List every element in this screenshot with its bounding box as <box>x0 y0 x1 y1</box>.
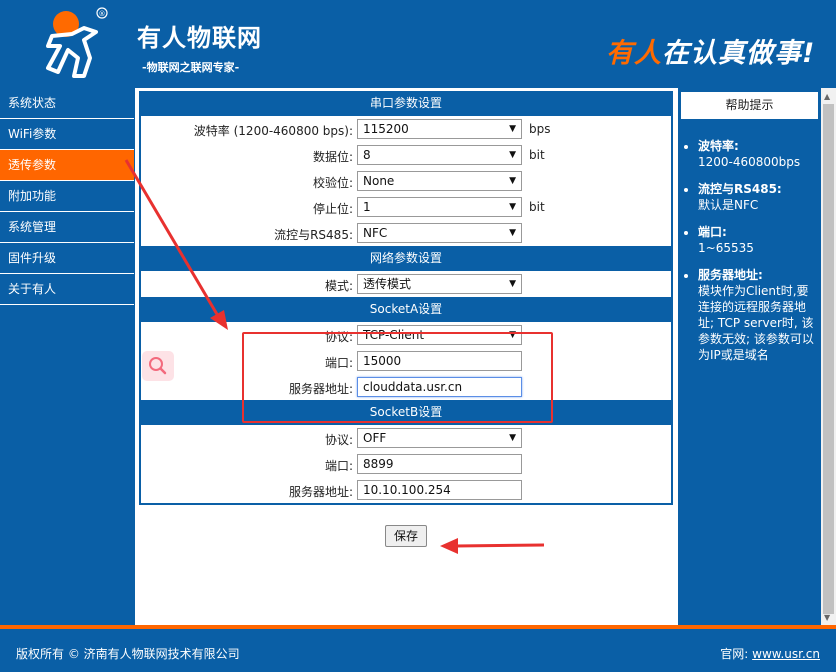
data-bits-select[interactable]: 8 <box>357 145 522 165</box>
search-float-button[interactable] <box>142 351 174 381</box>
socketb-protocol-label: 协议: <box>324 433 353 447</box>
socketb-server-row: 服务器地址: 10.10.100.254 <box>141 477 671 503</box>
sidebar-item-firmware-upgrade[interactable]: 固件升级 <box>0 243 134 274</box>
page-scrollbar[interactable]: ▲ ▼ <box>821 88 836 625</box>
mode-label: 模式: <box>324 279 353 293</box>
help-item-head: 流控与RS485: <box>698 182 782 196</box>
baud-select[interactable]: 115200 <box>357 119 522 139</box>
annotation-highlight-box <box>242 332 553 423</box>
data-bits-unit: bit <box>529 148 545 162</box>
help-item: 波特率: 1200-460800bps <box>698 138 816 170</box>
stop-bits-row: 停止位: 1 bit <box>141 194 671 220</box>
socketb-server-label: 服务器地址: <box>288 485 353 499</box>
socketb-protocol-row: 协议: OFF <box>141 425 671 451</box>
help-item: 流控与RS485: 默认是NFC <box>698 181 816 213</box>
slogan: 有人在认真做事! <box>606 31 815 70</box>
help-title: 帮助提示 <box>680 91 819 120</box>
help-item-head: 服务器地址: <box>698 268 763 282</box>
help-list: 波特率: 1200-460800bps 流控与RS485: 默认是NFC 端口: 1~… <box>698 138 816 374</box>
data-bits-row: 数据位: 8 bit <box>141 142 671 168</box>
baud-row: 波特率 (1200-460800 bps): 115200 bps <box>141 116 671 142</box>
serial-section-title: 串口参数设置 <box>141 91 671 116</box>
help-item: 服务器地址: 模块作为Client时,要连接的远程服务器地址; TCP serve… <box>698 267 816 363</box>
socketb-port-input[interactable]: 8899 <box>357 454 522 474</box>
sidebar-item-system-management[interactable]: 系统管理 <box>0 212 134 243</box>
flow-control-select[interactable]: NFC <box>357 223 522 243</box>
help-item-body: 1~65535 <box>698 241 754 255</box>
socketb-server-input[interactable]: 10.10.100.254 <box>357 480 522 500</box>
parity-row: 校验位: None <box>141 168 671 194</box>
copyright-text: 版权所有 © 济南有人物联网技术有限公司 <box>16 647 240 661</box>
logo-icon: ® <box>46 7 108 78</box>
socketb-port-label: 端口: <box>324 459 353 473</box>
flow-control-row: 流控与RS485: NFC <box>141 220 671 246</box>
scroll-down-icon[interactable]: ▼ <box>824 613 830 622</box>
flow-control-label: 流控与RS485: <box>274 228 353 242</box>
baud-label: 波特率 (1200-460800 bps): <box>193 124 353 138</box>
save-button[interactable]: 保存 <box>385 525 427 547</box>
help-item-head: 波特率: <box>698 139 739 153</box>
header: ® 有人物联网 -物联网之联网专家- 有人在认真做事! <box>0 0 836 88</box>
help-item: 端口: 1~65535 <box>698 224 816 256</box>
site-link[interactable]: www.usr.cn <box>752 647 820 661</box>
svg-text:®: ® <box>99 10 106 18</box>
help-item-body: 默认是NFC <box>698 198 759 212</box>
sidebar-item-about[interactable]: 关于有人 <box>0 274 134 305</box>
sidebar: 系统状态 WiFi参数 透传参数 附加功能 系统管理 固件升级 关于有人 <box>0 88 135 625</box>
official-site: 官网: www.usr.cn <box>720 645 820 662</box>
help-item-head: 端口: <box>698 225 727 239</box>
stop-bits-label: 停止位: <box>312 202 353 216</box>
site-label: 官网: <box>720 647 749 661</box>
data-bits-label: 数据位: <box>312 150 353 164</box>
slogan-part-b: 在认真做事! <box>662 38 816 69</box>
mode-row: 模式: 透传模式 <box>141 271 671 297</box>
help-item-body: 模块作为Client时,要连接的远程服务器地址; TCP server时, 该参… <box>698 284 814 362</box>
help-item-body: 1200-460800bps <box>698 155 801 169</box>
brand-name: 有人物联网 <box>137 24 262 52</box>
parity-select[interactable]: None <box>357 171 522 191</box>
socketa-section-title: SocketA设置 <box>141 297 671 322</box>
stop-bits-select[interactable]: 1 <box>357 197 522 217</box>
slogan-part-a: 有人 <box>606 38 662 69</box>
brand-subtitle: -物联网之联网专家- <box>142 61 240 74</box>
sidebar-item-system-status[interactable]: 系统状态 <box>0 88 134 119</box>
sidebar-item-transparent-params[interactable]: 透传参数 <box>0 150 134 181</box>
socketb-protocol-select[interactable]: OFF <box>357 428 522 448</box>
sidebar-item-wifi-params[interactable]: WiFi参数 <box>0 119 134 150</box>
mode-select[interactable]: 透传模式 <box>357 274 522 294</box>
main-content: 串口参数设置 波特率 (1200-460800 bps): 115200 bps… <box>135 88 678 625</box>
parity-label: 校验位: <box>312 176 353 190</box>
socketb-port-row: 端口: 8899 <box>141 451 671 477</box>
baud-unit: bps <box>529 122 551 136</box>
help-panel: 帮助提示 波特率: 1200-460800bps 流控与RS485: 默认是NFC … <box>678 88 821 625</box>
stop-bits-unit: bit <box>529 200 545 214</box>
search-icon <box>149 357 167 375</box>
sidebar-item-extra-functions[interactable]: 附加功能 <box>0 181 134 212</box>
settings-panel: 串口参数设置 波特率 (1200-460800 bps): 115200 bps… <box>139 91 673 505</box>
scroll-thumb[interactable] <box>823 104 834 614</box>
network-section-title: 网络参数设置 <box>141 246 671 271</box>
footer: 版权所有 © 济南有人物联网技术有限公司 官网: www.usr.cn <box>0 625 836 672</box>
scroll-up-icon[interactable]: ▲ <box>824 92 830 101</box>
